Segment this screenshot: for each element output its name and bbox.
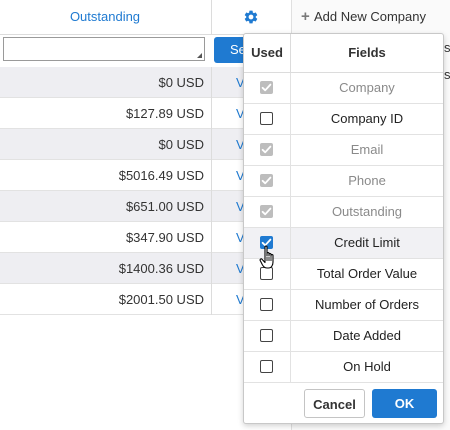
field-checkbox xyxy=(260,81,273,94)
used-cell xyxy=(244,352,291,382)
used-cell xyxy=(244,166,291,196)
field-name: Total Order Value xyxy=(316,266,418,281)
field-name: Company ID xyxy=(330,111,404,126)
field-name: Date Added xyxy=(333,328,401,343)
add-company-link[interactable]: + Add New Company xyxy=(301,8,426,25)
popup-footer: Cancel OK xyxy=(244,384,443,423)
field-checkbox[interactable] xyxy=(260,329,273,342)
field-name: Phone xyxy=(348,173,386,188)
used-column-header: Used xyxy=(244,34,291,72)
field-row[interactable]: Number of Orders xyxy=(244,290,443,321)
outstanding-amount: $127.89 USD xyxy=(125,106,204,121)
outstanding-amount: $347.90 USD xyxy=(125,230,204,245)
field-row: Company xyxy=(244,73,443,104)
used-cell xyxy=(244,73,291,103)
outstanding-amount: $2001.50 USD xyxy=(118,292,204,307)
field-checkbox xyxy=(260,174,273,187)
used-cell xyxy=(244,290,291,320)
field-row: Outstanding xyxy=(244,197,443,228)
field-row: Email xyxy=(244,135,443,166)
column-chooser-popup: Used Fields Company Company ID Email Phone O… xyxy=(243,33,444,424)
add-company-label: Add New Company xyxy=(314,9,426,24)
fields-column-header: Fields xyxy=(348,45,386,60)
field-name: Credit Limit xyxy=(334,235,400,250)
field-row[interactable]: On Hold xyxy=(244,352,443,383)
field-checkbox xyxy=(260,143,273,156)
used-cell xyxy=(244,321,291,351)
field-name: Outstanding xyxy=(331,204,403,219)
field-name: Company xyxy=(339,80,395,95)
outstanding-amount: $651.00 USD xyxy=(125,199,204,214)
cancel-button[interactable]: Cancel xyxy=(304,389,365,418)
ok-button[interactable]: OK xyxy=(372,389,437,418)
used-cell xyxy=(244,135,291,165)
used-cell xyxy=(244,197,291,227)
popup-header: Used Fields xyxy=(244,34,443,73)
field-row: Phone xyxy=(244,166,443,197)
grid-header: Outstanding xyxy=(0,0,291,35)
field-row[interactable]: Company ID xyxy=(244,104,443,135)
resize-grip-icon[interactable] xyxy=(197,53,202,58)
hand-cursor-icon xyxy=(259,245,274,269)
field-name: Number of Orders xyxy=(314,297,420,312)
outstanding-amount: $0 USD xyxy=(158,137,204,152)
field-name: On Hold xyxy=(343,359,391,374)
outstanding-amount: $5016.49 USD xyxy=(118,168,204,183)
outstanding-amount: $1400.36 USD xyxy=(118,261,204,276)
filter-input[interactable] xyxy=(3,37,205,61)
column-settings-button[interactable] xyxy=(211,0,290,34)
plus-icon: + xyxy=(301,8,310,25)
gear-icon xyxy=(244,10,258,24)
field-checkbox xyxy=(260,205,273,218)
field-name: Email xyxy=(350,142,384,157)
used-cell xyxy=(244,104,291,134)
field-checkbox[interactable] xyxy=(260,298,273,311)
side-text-fragment: s xyxy=(444,40,450,55)
field-checkbox[interactable] xyxy=(260,112,273,125)
side-text-fragment: s xyxy=(444,67,450,82)
outstanding-column-header[interactable]: Outstanding xyxy=(0,0,210,34)
outstanding-amount: $0 USD xyxy=(158,75,204,90)
field-checkbox[interactable] xyxy=(260,360,273,373)
field-row[interactable]: Date Added xyxy=(244,321,443,352)
